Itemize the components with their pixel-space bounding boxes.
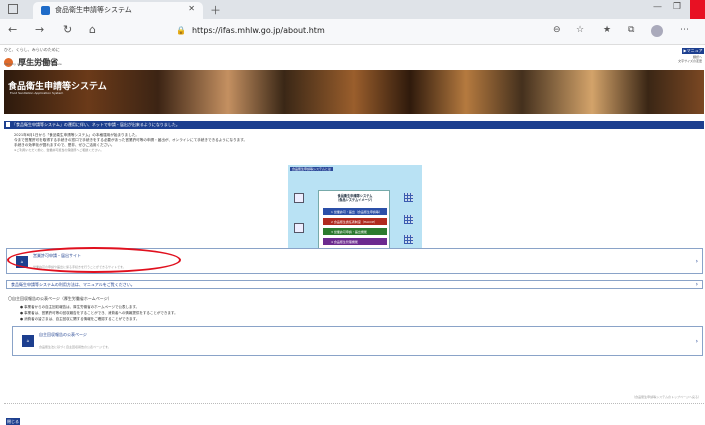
intro-note: ※ご利用いただく前に、営業許可担当の保健所へご相談ください。: [14, 148, 104, 152]
refresh-icon[interactable]: ↻: [63, 23, 72, 36]
more-icon[interactable]: ⋯: [680, 25, 689, 35]
address-bar[interactable]: 🔒 https://ifas.mhlw.go.jp/about.htm: [176, 26, 325, 35]
server-grid-icon: [404, 215, 413, 224]
chevron-right-icon: ›: [695, 281, 698, 288]
recall-bullet: ● 事業者からの自主回収報告は、厚生労働省のホームページで公表します。: [20, 305, 140, 309]
lock-icon: 🔒: [176, 26, 186, 35]
document-icon: [6, 122, 10, 127]
minimize-icon[interactable]: —: [653, 2, 662, 12]
chevron-right-icon: ›: [695, 338, 698, 345]
notice-bar: 「食品衛生申請等システム」の運用に伴い、ネットで申請・届出が出来るようになりまし…: [4, 121, 704, 129]
recall-section-heading: 〇自主回収報告の公表ページ（厚生労働省ホームページ）: [8, 296, 112, 301]
favorites-icon[interactable]: ★: [603, 25, 611, 35]
overview-band: 4 食品衛生管理機能: [323, 238, 387, 245]
overview-band: 1 営業許可・届出（食品衛生申請等）: [323, 208, 387, 215]
ministry-name-en: Ministry of Health, Labour and Welfare: [4, 62, 62, 66]
forward-icon[interactable]: →: [35, 23, 44, 36]
recall-bullet: ● 事業者は、営業許可等の回収報告をすることができ、消費者への情報提供をすること…: [20, 311, 178, 315]
close-tab-icon[interactable]: ✕: [188, 4, 195, 13]
server-grid-icon: [404, 193, 413, 202]
restore-icon[interactable]: ❐: [673, 2, 681, 12]
collections-icon[interactable]: ⧉: [628, 25, 634, 35]
zoom-icon[interactable]: ⊖: [553, 25, 561, 35]
banner-subtitle: Food Sanitation Application System: [10, 91, 64, 95]
system-overview-image: 食品衛生申請等システムとは 食品衛生申請等システム （食品システムイメージ） 1…: [288, 165, 422, 256]
close-window-button[interactable]: [690, 0, 705, 19]
card-title: 自主回収報告の公表ページ: [39, 332, 87, 337]
ministry-logo[interactable]: 厚生労働省 Ministry of Health, Labour and Wel…: [4, 52, 62, 71]
manual-button[interactable]: ▶マニュアル: [682, 48, 704, 59]
home-icon[interactable]: ⌂: [89, 23, 96, 36]
url-text: https://ifas.mhlw.go.jp/about.htm: [191, 26, 325, 35]
browser-tab[interactable]: 食品衛生申請等システム ✕: [33, 2, 203, 19]
favorite-add-icon[interactable]: ☆: [576, 25, 584, 35]
tab-actions-icon[interactable]: [8, 4, 18, 14]
tab-title: 食品衛生申請等システム: [55, 6, 132, 14]
recall-page-card[interactable]: ⌂ 自主回収報告の公表ページ 食品衛生法に基づく自主回収報告の公表ページです。 …: [12, 326, 703, 356]
user-pc-icon: [294, 193, 304, 203]
overview-band: 2 食品衛生責任者制度（HACCP）: [323, 218, 387, 225]
back-icon[interactable]: ←: [8, 23, 17, 36]
recall-page-icon: ⌂: [22, 335, 34, 347]
profile-icon[interactable]: [651, 25, 663, 37]
site-header: ひと、くらし、みらいのために 厚生労働省 Ministry of Health,…: [0, 46, 705, 98]
new-tab-icon[interactable]: ＋: [210, 2, 221, 18]
footer-note[interactable]: （食品衛生申請等システムのトップページへ戻る）: [632, 395, 701, 399]
overview-label: 食品衛生申請等システムとは: [290, 167, 333, 171]
hero-banner: 食品衛生申請等システム Food Sanitation Application …: [4, 70, 704, 114]
manual-link-card[interactable]: 食品衛生申請等システムの利用方法は、マニュアルをご覧ください。 ›: [6, 280, 703, 289]
browser-tab-bar: 食品衛生申請等システム ✕ ＋ — ❐: [0, 0, 705, 19]
server-grid-icon: [404, 235, 413, 244]
chevron-right-icon: ›: [695, 258, 698, 265]
notice-text: 「食品衛生申請等システム」の運用に伴い、ネットで申請・届出が出来るようになりまし…: [12, 122, 180, 127]
close-button[interactable]: 閉じる: [6, 418, 20, 425]
card-title: 食品衛生申請等システムの利用方法は、マニュアルをご覧ください。: [11, 282, 135, 287]
recall-bullet: ● 消費者の皆さまは、自主回収に関する情報をご確認することができます。: [20, 317, 140, 321]
divider: [4, 403, 704, 404]
intro-text: 2021年6月1日から「食品衛生申請等システム」の本格運用が始まりました。 今ま…: [14, 133, 247, 153]
site-favicon-icon: [41, 6, 50, 15]
highlight-annotation: [7, 247, 181, 273]
business-icon: [294, 223, 304, 233]
overview-panel: 食品衛生申請等システム （食品システムイメージ） 1 営業許可・届出（食品衛生申…: [318, 190, 390, 250]
address-toolbar: ← → ↻ ⌂ 🔒 https://ifas.mhlw.go.jp/about.h…: [0, 19, 705, 45]
page-content: ひと、くらし、みらいのために 厚生労働省 Ministry of Health,…: [0, 46, 705, 425]
overview-heading: 食品衛生申請等システム （食品システムイメージ）: [323, 194, 387, 202]
overview-band: 3 営業許可申請・届出機能: [323, 228, 387, 235]
card-description: 食品衛生法に基づく自主回収報告の公表ページです。: [39, 345, 111, 349]
overview-heading-line: （食品システムイメージ）: [335, 198, 375, 202]
